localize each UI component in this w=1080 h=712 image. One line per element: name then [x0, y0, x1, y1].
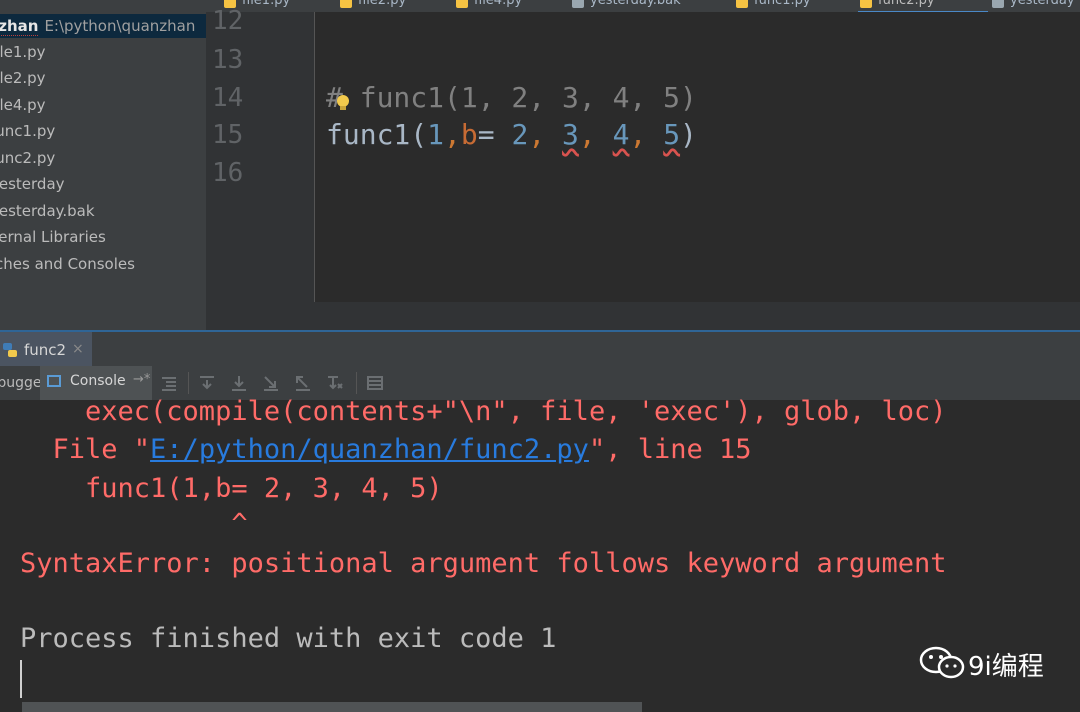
process-exit-message: Process finished with exit code 1 [20, 623, 557, 654]
project-panel: quanzhanE:\python\quanzhan file1.py file… [0, 12, 206, 330]
tree-item-file2[interactable]: file2.py [0, 69, 46, 87]
line-number: 12 [212, 6, 244, 36]
tree-item-func1[interactable]: func1.py [0, 122, 55, 140]
console-line: File "E:/python/quanzhan/func2.py", line… [20, 434, 752, 465]
console-line: exec(compile(contents+"\n", file, 'exec'… [20, 396, 947, 427]
tree-item-yesterday-bak[interactable]: yesterday.bak [0, 202, 95, 220]
run-to-cursor-icon[interactable] [326, 374, 344, 392]
horizontal-scrollbar[interactable] [22, 702, 642, 712]
code-editor[interactable] [315, 12, 1080, 302]
tree-item-scratches[interactable]: Scratches and Consoles [0, 255, 135, 273]
line-number: 15 [212, 120, 244, 150]
python-file-icon [340, 0, 352, 8]
code-line-14[interactable]: # func1(1, 2, 3, 4, 5) [326, 81, 697, 114]
toolbar-divider [356, 372, 357, 394]
code-line-15[interactable]: func1(1,b= 2, 3, 4, 5) [326, 118, 697, 151]
tree-item-external-libraries[interactable]: External Libraries [0, 228, 106, 246]
python-file-icon [860, 0, 872, 8]
project-root[interactable]: quanzhanE:\python\quanzhan [0, 14, 206, 38]
text-caret [20, 660, 22, 698]
tree-item-file4[interactable]: file4.py [0, 96, 46, 114]
tab-yesterday-bak[interactable]: yesterday.bak [570, 0, 681, 11]
close-icon[interactable]: × [72, 341, 84, 357]
line-number: 13 [212, 45, 244, 75]
console-line: ^ [20, 508, 248, 539]
error-message: SyntaxError: positional argument follows… [20, 548, 947, 579]
toolbar-divider [188, 372, 189, 394]
tab-func1[interactable]: func1.py [734, 0, 811, 11]
run-tab-func2[interactable]: func2 × [0, 332, 92, 368]
file-link[interactable]: E:/python/quanzhan/func2.py [150, 434, 589, 465]
console-icon [47, 375, 61, 387]
tab-yesterday[interactable]: yesterday [990, 0, 1075, 11]
tree-item-yesterday[interactable]: yesterday [0, 175, 65, 193]
step-into-my-code-icon[interactable] [262, 374, 280, 392]
step-over-icon[interactable] [198, 374, 216, 392]
line-number: 16 [212, 158, 244, 188]
lightbulb-icon[interactable] [336, 94, 350, 112]
step-list-icon[interactable] [160, 374, 178, 392]
text-file-icon [572, 0, 584, 8]
tab-console[interactable]: Console →* [40, 366, 152, 400]
python-file-icon [736, 0, 748, 8]
watermark-text: 9i编程 [968, 652, 1044, 682]
console-line: func1(1,b= 2, 3, 4, 5) [20, 473, 443, 504]
line-number: 14 [212, 83, 244, 113]
editor-bottom-strip [206, 302, 1080, 330]
python-icon [3, 343, 17, 357]
evaluate-expression-icon[interactable] [366, 374, 384, 392]
tab-file4[interactable]: file4.py [454, 0, 522, 11]
python-file-icon [456, 0, 468, 8]
tab-debugger[interactable]: Debugger [0, 366, 40, 400]
run-toolwindow-header: func2 × [0, 330, 1080, 368]
tab-file2[interactable]: file2.py [338, 0, 406, 11]
text-file-icon [992, 0, 1004, 8]
tree-item-file1[interactable]: file1.py [0, 43, 46, 61]
tree-item-func2[interactable]: func2.py [0, 149, 55, 167]
pin-icon[interactable]: →* [133, 372, 150, 387]
step-out-icon[interactable] [294, 374, 312, 392]
step-into-icon[interactable] [230, 374, 248, 392]
